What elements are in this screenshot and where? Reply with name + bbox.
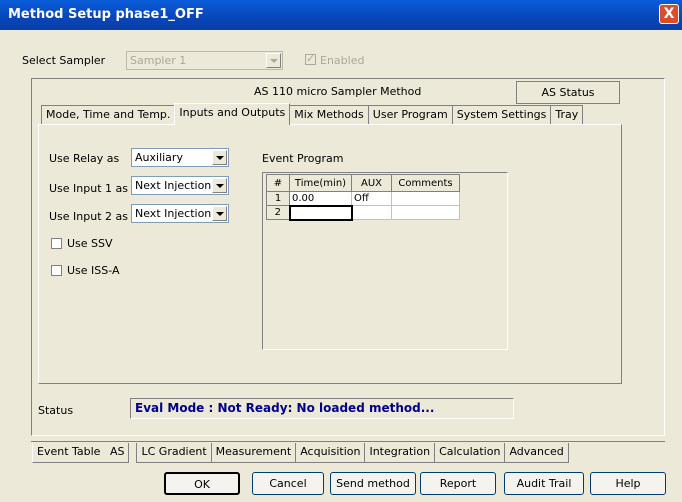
use-ssv-label: Use SSV	[67, 237, 113, 250]
tab-as-label: AS	[109, 445, 125, 458]
table-row: 1 0.00 Off	[266, 191, 460, 206]
tab-measurement[interactable]: Measurement	[210, 443, 297, 463]
method-tabs: Mode, Time and Temp. Inputs and Outputs …	[41, 103, 584, 125]
time-cell-selected[interactable]	[288, 204, 353, 221]
audit-trail-button[interactable]: Audit Trail	[504, 472, 584, 495]
chevron-down-icon[interactable]	[212, 206, 227, 221]
tab-calculation[interactable]: Calculation	[434, 443, 506, 463]
table-header-row: # Time(min) AUX Comments	[266, 174, 460, 192]
row-number: 2	[266, 205, 290, 220]
use-issa-checkbox[interactable]	[51, 265, 62, 276]
select-sampler-label: Select Sampler	[22, 54, 106, 67]
tab-inputs-outputs[interactable]: Inputs and Outputs	[174, 103, 291, 125]
event-program-table: # Time(min) AUX Comments 1 0.00 Off 2	[266, 174, 460, 221]
use-ssv-checkbox[interactable]	[51, 238, 62, 249]
time-cell[interactable]: 0.00	[289, 191, 352, 206]
chevron-down-icon	[266, 53, 281, 68]
tab-event-table-label: Event Table	[37, 445, 101, 458]
tab-user-program[interactable]: User Program	[367, 105, 453, 125]
chevron-down-icon[interactable]	[212, 178, 227, 193]
chevron-down-icon[interactable]	[212, 150, 227, 165]
col-header-number: #	[266, 174, 290, 192]
tab-tray[interactable]: Tray	[550, 105, 584, 125]
close-icon[interactable]: X	[659, 4, 679, 24]
input2-label: Use Input 2 as	[49, 210, 128, 223]
tab-integration[interactable]: Integration	[364, 443, 436, 463]
aux-cell[interactable]: Off	[351, 191, 392, 206]
input1-select[interactable]: Next Injection	[131, 176, 229, 195]
col-header-comments: Comments	[391, 174, 460, 192]
table-row: 2	[266, 204, 460, 221]
comments-cell[interactable]	[391, 205, 460, 220]
comments-cell[interactable]	[391, 191, 460, 206]
relay-select[interactable]: Auxiliary	[131, 148, 229, 167]
method-title: AS 110 micro Sampler Method	[254, 85, 422, 98]
relay-label: Use Relay as	[49, 152, 120, 165]
enabled-label: Enabled	[320, 54, 365, 67]
col-header-time: Time(min)	[289, 174, 352, 192]
tab-mode-time-temp[interactable]: Mode, Time and Temp.	[41, 105, 176, 125]
col-header-aux: AUX	[351, 174, 392, 192]
event-program-label: Event Program	[262, 152, 344, 165]
input1-select-value: Next Injection	[135, 179, 212, 192]
input2-select[interactable]: Next Injection	[131, 204, 229, 223]
sampler-select-value: Sampler 1	[130, 54, 187, 67]
use-issa-label: Use ISS-A	[67, 264, 120, 277]
tab-mix-methods[interactable]: Mix Methods	[289, 105, 369, 125]
status-text: Eval Mode : Not Ready: No loaded method.…	[130, 398, 514, 419]
help-button[interactable]: Help	[590, 472, 666, 495]
tab-advanced[interactable]: Advanced	[504, 443, 569, 463]
cancel-button[interactable]: Cancel	[252, 472, 324, 495]
window-title: Method Setup phase1_OFF	[8, 7, 204, 22]
bottom-tabs-divider	[31, 441, 665, 442]
title-bar: Method Setup phase1_OFF X	[0, 0, 682, 30]
status-label: Status	[38, 404, 74, 417]
sampler-select: Sampler 1	[126, 51, 283, 70]
aux-cell[interactable]	[351, 205, 392, 220]
enabled-checkbox	[305, 52, 316, 65]
input2-select-value: Next Injection	[135, 207, 212, 220]
ok-button[interactable]: OK	[164, 472, 240, 495]
relay-select-value: Auxiliary	[135, 151, 183, 164]
tab-event-table[interactable]: Event Table AS	[32, 443, 130, 463]
tab-system-settings[interactable]: System Settings	[451, 105, 552, 125]
send-method-button[interactable]: Send method	[330, 472, 416, 495]
as-status-button[interactable]: AS Status	[516, 81, 620, 104]
report-button[interactable]: Report	[420, 472, 496, 495]
row-number: 1	[266, 191, 290, 206]
tab-lc-gradient[interactable]: LC Gradient	[136, 443, 212, 463]
tab-acquisition[interactable]: Acquisition	[295, 443, 366, 463]
input1-label: Use Input 1 as	[49, 182, 128, 195]
bottom-tabs: Event Table AS LC Gradient Measurement A…	[32, 443, 569, 463]
